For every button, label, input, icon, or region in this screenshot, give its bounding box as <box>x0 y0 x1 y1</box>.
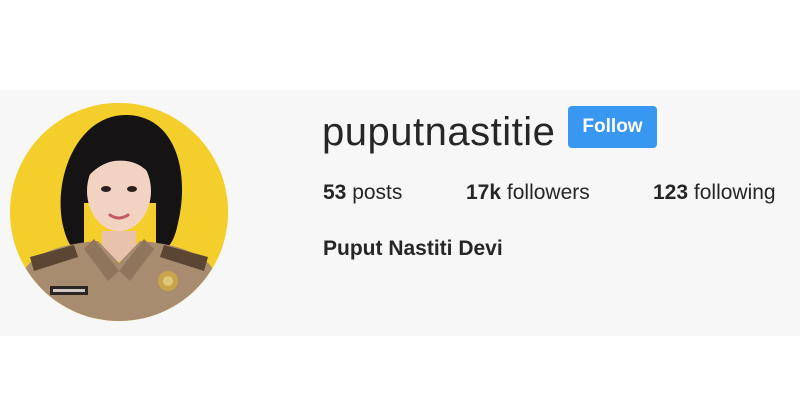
followers-count[interactable]: 17k followers <box>466 178 590 208</box>
follow-button[interactable]: Follow <box>568 106 657 148</box>
posts-count[interactable]: 53 posts <box>323 178 402 208</box>
following-number: 123 <box>653 181 689 204</box>
following-count[interactable]: 123 following <box>653 178 776 208</box>
profile-stats: 53 posts 17k followers 123 following <box>0 178 800 208</box>
posts-label: posts <box>352 181 403 204</box>
profile-avatar[interactable] <box>10 103 228 321</box>
profile-username: puputnastitie <box>322 110 556 154</box>
following-label: following <box>693 181 776 204</box>
followers-label: followers <box>506 181 590 204</box>
followers-number: 17k <box>466 181 502 204</box>
posts-number: 53 <box>323 181 347 204</box>
avatar-photo <box>10 103 228 321</box>
profile-full-name: Puput Nastiti Devi <box>323 237 503 260</box>
